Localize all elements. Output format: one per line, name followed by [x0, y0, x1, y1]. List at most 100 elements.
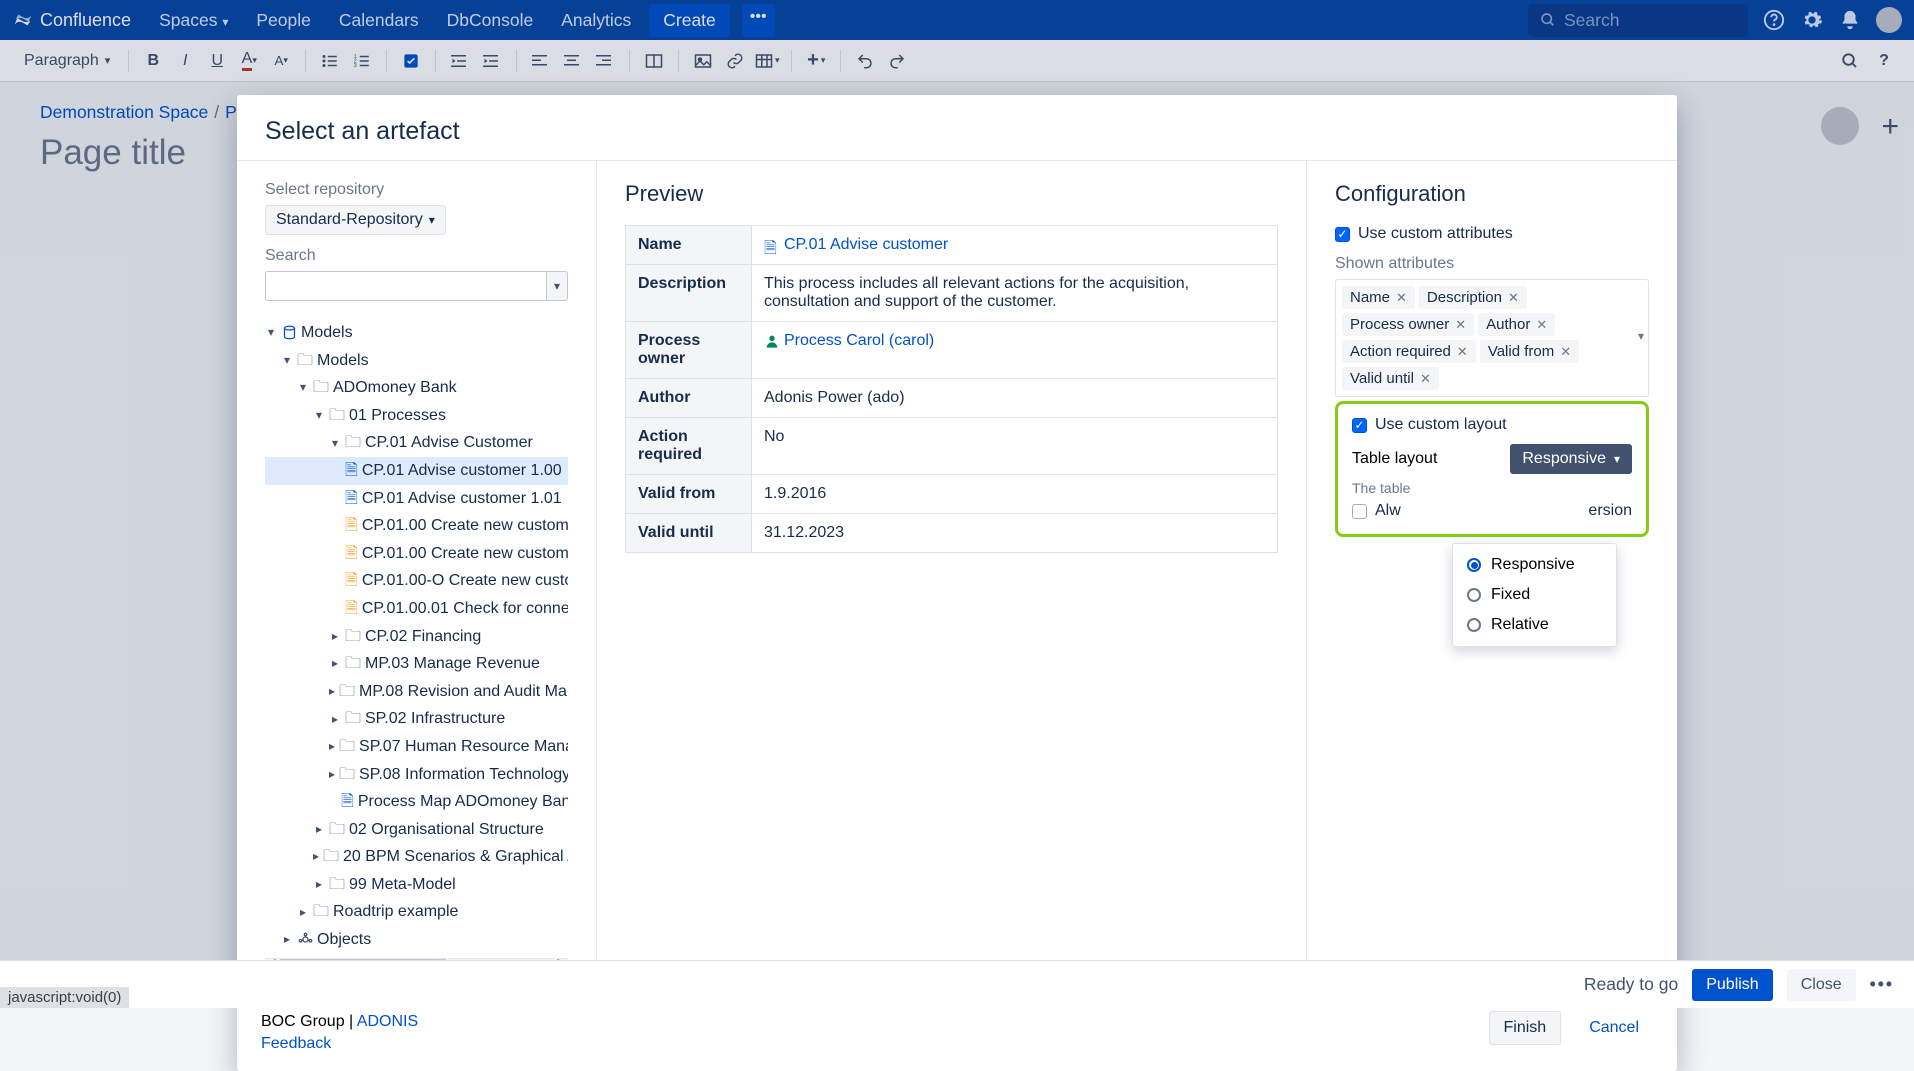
tree-row[interactable]: ▸🗀99 Meta-Model	[265, 871, 568, 899]
folder-icon: 🗀	[339, 684, 355, 700]
attribute-chip[interactable]: Description✕	[1419, 286, 1527, 309]
tree-row[interactable]: ▸🗀MP.03 Manage Revenue	[265, 650, 568, 678]
partial-label: ersion	[1588, 502, 1632, 520]
remove-chip-icon[interactable]: ✕	[1508, 290, 1519, 306]
table-layout-dropdown[interactable]: Responsive ▾	[1510, 444, 1632, 474]
attribute-chip[interactable]: Author✕	[1478, 313, 1555, 336]
tree-label: CP.02 Financing	[365, 624, 481, 650]
attribute-chip[interactable]: Valid from✕	[1480, 340, 1579, 363]
attrs-multiselect[interactable]: Name✕Description✕Process owner✕Author✕Ac…	[1335, 279, 1649, 397]
modal-header: Select an artefact	[237, 95, 1677, 161]
search-dropdown-btn[interactable]: ▾	[546, 271, 568, 301]
checkbox-checked-icon: ✓	[1352, 418, 1367, 433]
feedback-link[interactable]: Feedback	[261, 1035, 331, 1052]
document-icon: 🗎	[341, 794, 354, 810]
attribute-chip[interactable]: Action required✕	[1342, 340, 1476, 363]
folder-icon: 🗀	[345, 711, 361, 727]
tree-label: Objects	[317, 927, 371, 953]
document-icon: 🗎	[345, 573, 358, 589]
remove-chip-icon[interactable]: ✕	[1560, 344, 1571, 360]
preview-value: This process includes all relevant actio…	[764, 275, 1189, 310]
partial-label: Alw	[1375, 502, 1401, 520]
attribute-chip[interactable]: Process owner✕	[1342, 313, 1474, 336]
tree-row[interactable]: 🗎CP.01.00-O Create new customer	[265, 567, 568, 595]
adonis-link[interactable]: ADONIS	[357, 1013, 418, 1030]
tree-row[interactable]: ▾🗀Models	[265, 347, 568, 375]
layout-option-relative[interactable]: Relative	[1453, 610, 1616, 640]
remove-chip-icon[interactable]: ✕	[1396, 290, 1407, 306]
preview-row: Valid until31.12.2023	[626, 514, 1278, 553]
ready-status: Ready to go	[1584, 974, 1678, 995]
folder-icon: 🗀	[329, 408, 345, 424]
tree-label: 02 Organisational Structure	[349, 817, 544, 843]
remove-chip-icon[interactable]: ✕	[1536, 317, 1547, 333]
tree-row[interactable]: 🗎CP.01.00.01 Check for connected	[265, 595, 568, 623]
tree-row[interactable]: 🗎CP.01.00 Create new customer 1.0	[265, 540, 568, 568]
tree-row[interactable]: ▸🗀CP.02 Financing	[265, 623, 568, 651]
search-input[interactable]	[265, 271, 546, 301]
tree-row[interactable]: ▸🗀MP.08 Revision and Audit Managem	[265, 678, 568, 706]
attribute-chip[interactable]: Valid until✕	[1342, 367, 1439, 390]
tree-label: CP.01 Advise Customer	[365, 430, 533, 456]
folder-icon: 🗀	[339, 739, 355, 755]
radio-checked-icon	[1467, 558, 1481, 572]
layout-option-fixed[interactable]: Fixed	[1453, 580, 1616, 610]
tree-row[interactable]: ▸Objects	[265, 926, 568, 954]
tree-row[interactable]: 🗎CP.01 Advise customer 1.00✔	[265, 457, 568, 485]
preview-key: Description	[626, 265, 752, 322]
preview-key: Name	[626, 226, 752, 265]
tree-row[interactable]: ▾Models	[265, 319, 568, 347]
tree-row[interactable]: 🗎CP.01 Advise customer 1.01✎	[265, 485, 568, 513]
tree-row[interactable]: ▸🗀SP.08 Information Technology (IT)	[265, 761, 568, 789]
document-icon: 🗎	[345, 546, 358, 562]
option-label: Relative	[1491, 616, 1549, 634]
more-actions-button[interactable]: •••	[1870, 974, 1894, 995]
publish-button[interactable]: Publish	[1692, 969, 1772, 1001]
search-field: ▾	[265, 271, 568, 301]
tree-row[interactable]: ▾🗀ADOmoney Bank	[265, 374, 568, 402]
tree-row[interactable]: ▸🗀20 BPM Scenarios & Graphical Analyses	[265, 843, 568, 871]
tree-row[interactable]: ▾🗀CP.01 Advise Customer	[265, 429, 568, 457]
tree-label: CP.01 Advise customer 1.01	[362, 486, 562, 512]
finish-button[interactable]: Finish	[1489, 1011, 1562, 1045]
preview-key: Valid until	[626, 514, 752, 553]
preview-link[interactable]: 🗎CP.01 Advise customer	[764, 236, 948, 253]
tree-label: Roadtrip example	[333, 899, 458, 925]
chevron-down-icon[interactable]: ▾	[1638, 329, 1644, 343]
tree-label: 01 Processes	[349, 403, 446, 429]
tree-label: SP.02 Infrastructure	[365, 706, 505, 732]
layout-info-text: The table	[1352, 480, 1632, 496]
modal-title: Select an artefact	[265, 117, 1649, 146]
layout-option-responsive[interactable]: Responsive	[1453, 550, 1616, 580]
cancel-button[interactable]: Cancel	[1575, 1012, 1653, 1044]
search-label: Search	[265, 247, 568, 265]
remove-chip-icon[interactable]: ✕	[1420, 371, 1431, 387]
tree-row[interactable]: ▸🗀SP.07 Human Resource Managemen	[265, 733, 568, 761]
custom-layout-checkbox[interactable]: ✓ Use custom layout	[1352, 416, 1632, 434]
document-icon: 🗎	[345, 518, 358, 534]
repo-dropdown[interactable]: Standard-Repository ▾	[265, 205, 446, 235]
preview-value: Adonis Power (ado)	[764, 389, 905, 406]
tree-row[interactable]: ▸🗀Roadtrip example	[265, 898, 568, 926]
tree-row[interactable]: 🗎Process Map ADOmoney Bank 1.00 ·	[265, 788, 568, 816]
remove-chip-icon[interactable]: ✕	[1457, 344, 1468, 360]
close-button[interactable]: Close	[1787, 969, 1856, 1001]
tree-row[interactable]: ▾🗀01 Processes	[265, 402, 568, 430]
preview-link[interactable]: Process Carol (carol)	[764, 332, 934, 349]
tree-row[interactable]: ▸🗀02 Organisational Structure	[265, 816, 568, 844]
chip-label: Name	[1350, 289, 1390, 306]
folder-icon: 🗀	[329, 821, 345, 837]
document-icon: 🗎	[345, 463, 358, 479]
custom-attrs-checkbox[interactable]: ✓ Use custom attributes	[1335, 225, 1649, 243]
tree-row[interactable]: 🗎CP.01.00 Create new customer 1.	[265, 512, 568, 540]
tree-label: SP.07 Human Resource Managemen	[359, 734, 568, 760]
checkbox-unchecked-icon[interactable]	[1352, 504, 1367, 519]
remove-chip-icon[interactable]: ✕	[1455, 317, 1466, 333]
preview-row: Description This process includes all rel…	[626, 265, 1278, 322]
tree-label: CP.01.00 Create new customer 1.	[362, 513, 568, 539]
bottom-bar: Ready to go Publish Close •••	[0, 960, 1914, 1008]
preview-row: Action requiredNo	[626, 418, 1278, 475]
tree-row[interactable]: ▸🗀SP.02 Infrastructure	[265, 705, 568, 733]
attribute-chip[interactable]: Name ✕	[1342, 286, 1415, 309]
option-label: Responsive	[1491, 556, 1575, 574]
